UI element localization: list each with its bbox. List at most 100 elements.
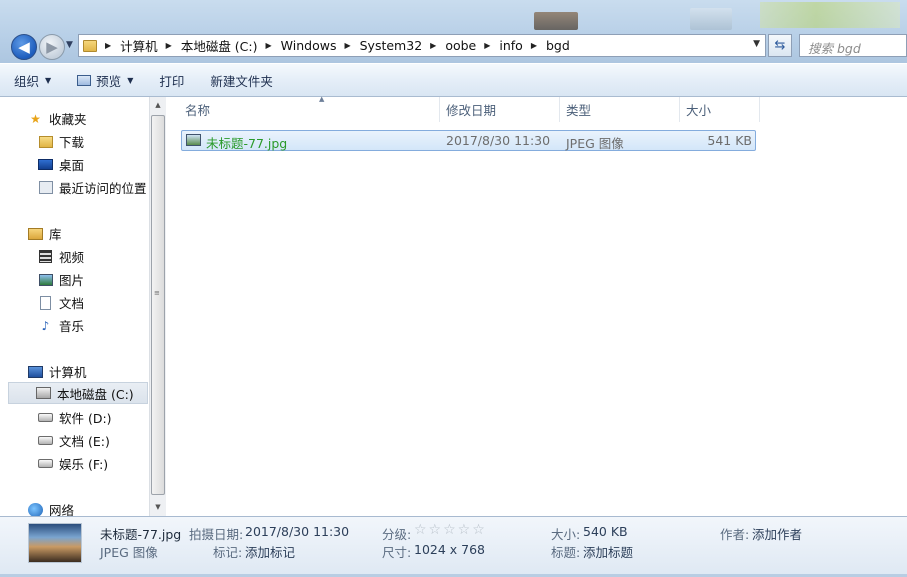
file-name[interactable]: 未标题-77.jpg [206, 133, 287, 152]
computer-icon [28, 365, 43, 378]
chevron-right-icon[interactable]: ▶ [105, 41, 111, 50]
navigation-scrollbar[interactable]: ▲ ≡ ▼ [149, 97, 166, 516]
date-taken-value[interactable]: 2017/8/30 11:30 [245, 524, 349, 539]
download-folder-icon [38, 135, 53, 148]
sort-ascending-icon: ▲ [319, 95, 325, 103]
preview-icon [77, 74, 92, 86]
sidebar-item-label: 文档 [59, 296, 85, 311]
sidebar-item-drive-e[interactable]: 文档 (E:) [38, 431, 110, 450]
column-label: 修改日期 [446, 103, 497, 118]
sidebar-item-computer[interactable]: 计算机 [28, 362, 87, 381]
sidebar-item-downloads[interactable]: 下载 [38, 132, 84, 151]
refresh-button[interactable]: ⇆ [768, 34, 792, 57]
column-label: 类型 [566, 103, 592, 118]
chevron-right-icon[interactable]: ▶ [166, 41, 172, 50]
file-modified: 2017/8/30 11:30 [446, 133, 551, 148]
sidebar-item-favorites[interactable]: ★ 收藏夹 [28, 109, 87, 128]
star-icon: ★ [30, 111, 41, 126]
column-header-modified[interactable]: 修改日期 [440, 97, 560, 122]
sidebar-item-drive-f[interactable]: 娱乐 (F:) [38, 454, 108, 473]
sidebar-item-pictures[interactable]: 图片 [38, 270, 84, 289]
search-input[interactable]: 搜索 bgd [799, 34, 907, 57]
background-thumbnail [690, 8, 732, 30]
sidebar-item-documents[interactable]: 文档 [38, 293, 84, 312]
scroll-up-icon[interactable]: ▲ [150, 97, 166, 113]
sidebar-item-label: 娱乐 (F:) [59, 457, 109, 472]
title-value[interactable]: 添加标题 [583, 542, 633, 561]
new-folder-button[interactable]: 新建文件夹 [210, 71, 273, 90]
breadcrumb-computer[interactable]: 计算机 [120, 36, 158, 55]
address-bar[interactable]: ▶ 计算机 ▶ 本地磁盘 (C:) ▶ Windows ▶ System32 ▶… [78, 34, 766, 57]
breadcrumb-bgd[interactable]: bgd [546, 38, 570, 53]
preview-menu[interactable]: 预览 ▼ [77, 71, 133, 90]
sidebar-item-label: 收藏夹 [49, 112, 87, 127]
sidebar-item-network[interactable]: 网络 [28, 500, 74, 516]
chevron-down-icon: ▼ [127, 75, 134, 85]
chevron-down-icon: ▼ [45, 75, 52, 85]
recent-pages-dropdown[interactable]: ▼ [66, 40, 73, 50]
network-icon [28, 502, 43, 516]
rating-label: 分级: [382, 527, 412, 542]
date-taken-label: 拍摄日期: [189, 527, 244, 542]
table-row[interactable]: 未标题-77.jpg 2017/8/30 11:30 JPEG 图像 541 K… [181, 130, 756, 151]
sidebar-item-drive-c[interactable]: 本地磁盘 (C:) [8, 382, 148, 404]
sidebar-item-desktop[interactable]: 桌面 [38, 155, 84, 174]
sidebar-item-label: 桌面 [59, 158, 85, 173]
sidebar-item-music[interactable]: ♪ 音乐 [38, 316, 84, 335]
chevron-right-icon[interactable]: ▶ [266, 41, 272, 50]
column-header-name[interactable]: 名称 ▲ [179, 95, 440, 122]
video-icon [39, 250, 52, 263]
sidebar-item-label: 本地磁盘 (C:) [57, 386, 134, 402]
background-thumbnail [760, 2, 900, 28]
details-pane: 未标题-77.jpg JPEG 图像 拍摄日期: 2017/8/30 11:30… [0, 516, 907, 577]
scrollbar-thumb[interactable] [151, 115, 165, 495]
chevron-right-icon[interactable]: ▶ [531, 41, 537, 50]
column-header-type[interactable]: 类型 [560, 97, 680, 122]
author-value[interactable]: 添加作者 [752, 524, 802, 543]
command-bar: 组织 ▼ 预览 ▼ 打印 新建文件夹 [0, 63, 907, 97]
chevron-right-icon[interactable]: ▶ [484, 41, 490, 50]
dimensions-value: 1024 x 768 [414, 542, 486, 557]
breadcrumb-oobe[interactable]: oobe [445, 38, 476, 53]
file-type: JPEG 图像 [566, 136, 624, 151]
music-note-icon: ♪ [41, 318, 50, 333]
sidebar-item-label: 网络 [49, 503, 75, 516]
column-label: 名称 [185, 103, 211, 118]
sidebar-item-recent[interactable]: 最近访问的位置 [38, 178, 147, 197]
file-list: 名称 ▲ 修改日期 类型 大小 未标题-77.jpg 2017/8/30 11:… [166, 95, 907, 516]
size-label: 大小: [551, 527, 581, 542]
sidebar-item-label: 下载 [59, 135, 85, 150]
sidebar-item-label: 计算机 [49, 365, 87, 380]
print-button[interactable]: 打印 [159, 71, 184, 90]
sidebar-item-label: 音乐 [59, 319, 85, 334]
title-bar: ◀ ▶ ▼ ▶ 计算机 ▶ 本地磁盘 (C:) ▶ Windows ▶ Syst… [0, 0, 907, 63]
tags-value[interactable]: 添加标记 [245, 542, 295, 561]
navigation-pane: ★ 收藏夹 下载 桌面 最近访问的位置 库 视频 图片 文档 ♪ 音乐 计算机 … [0, 97, 149, 516]
address-dropdown-icon[interactable]: ▼ [753, 39, 760, 49]
breadcrumb-system32[interactable]: System32 [360, 38, 423, 53]
column-label: 大小 [686, 103, 712, 118]
background-thumbnail [534, 12, 578, 30]
tags-label: 标记: [213, 545, 243, 560]
back-button[interactable]: ◀ [11, 34, 37, 60]
chevron-right-icon[interactable]: ▶ [430, 41, 436, 50]
sidebar-item-videos[interactable]: 视频 [38, 247, 84, 266]
column-header-size[interactable]: 大小 [680, 97, 760, 122]
scroll-down-icon[interactable]: ▼ [150, 499, 166, 515]
sidebar-item-label: 最近访问的位置 [59, 181, 147, 196]
sidebar-item-libraries[interactable]: 库 [28, 224, 62, 243]
breadcrumb-drive-c[interactable]: 本地磁盘 (C:) [181, 36, 258, 55]
breadcrumb-info[interactable]: info [499, 38, 522, 53]
picture-icon [38, 273, 53, 286]
breadcrumb-windows[interactable]: Windows [281, 38, 337, 53]
file-thumbnail [28, 523, 82, 563]
details-filetype: JPEG 图像 [100, 545, 158, 560]
rating-stars[interactable]: ☆☆☆☆☆ [414, 522, 487, 538]
forward-button[interactable]: ▶ [39, 34, 65, 60]
sidebar-item-drive-d[interactable]: 软件 (D:) [38, 408, 112, 427]
system-drive-icon [36, 387, 51, 399]
preview-label: 预览 [96, 73, 122, 89]
dimensions-label: 尺寸: [382, 545, 412, 560]
chevron-right-icon[interactable]: ▶ [344, 41, 350, 50]
organize-menu[interactable]: 组织 ▼ [14, 71, 51, 90]
